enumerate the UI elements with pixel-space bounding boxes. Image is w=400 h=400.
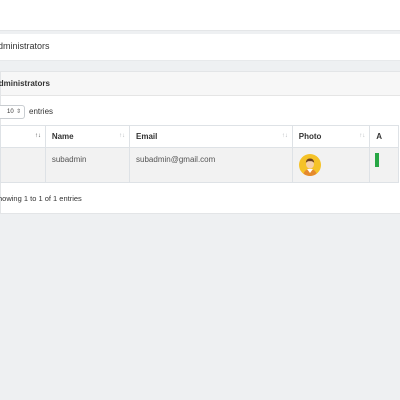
entries-per-page-select[interactable]: 10 ⇕: [0, 105, 25, 119]
sort-icon: ↑↓: [281, 133, 288, 139]
column-header-email[interactable]: Email ↑↓: [129, 125, 293, 148]
sort-asc-icon: ↑↓: [34, 133, 41, 139]
cell-photo: [291, 147, 371, 183]
cell-email: subadmin@gmail.com: [129, 147, 293, 183]
column-header-name[interactable]: Name ↑↓: [44, 125, 131, 148]
table-info-text: Showing 1 to 1 of 1 entries: [0, 194, 82, 203]
administrators-table: ↑↓ Name ↑↓ Email ↑↓ Photo ↑↓ A subadmin …: [0, 125, 399, 183]
action-button[interactable]: [375, 153, 380, 167]
top-navbar: [0, 0, 400, 31]
column-header-photo[interactable]: Photo ↑↓: [291, 125, 371, 148]
table-row: subadmin subadmin@gmail.com: [0, 147, 399, 183]
table-header-row: ↑↓ Name ↑↓ Email ↑↓ Photo ↑↓ A: [0, 125, 399, 148]
column-header-action[interactable]: A: [369, 125, 399, 148]
cell-action: [369, 147, 399, 183]
sort-icon: ↑↓: [359, 133, 366, 139]
entries-label: entries: [29, 107, 54, 116]
administrators-card: Administrators 10 ⇕ entries ↑↓ Name ↑↓ E…: [0, 71, 400, 214]
page-title: Administrators: [0, 41, 50, 51]
entries-per-page-value: 10: [7, 109, 14, 115]
column-header-index[interactable]: ↑↓: [0, 125, 46, 148]
cell-index: [0, 147, 46, 183]
card-header: Administrators: [0, 72, 400, 96]
select-caret-icon: ⇕: [15, 109, 21, 115]
avatar-icon: [298, 154, 321, 176]
cell-name: subadmin: [44, 147, 131, 183]
card-title: Administrators: [0, 79, 50, 88]
sort-icon: ↑↓: [119, 133, 126, 139]
page-header: Administrators: [0, 34, 400, 61]
